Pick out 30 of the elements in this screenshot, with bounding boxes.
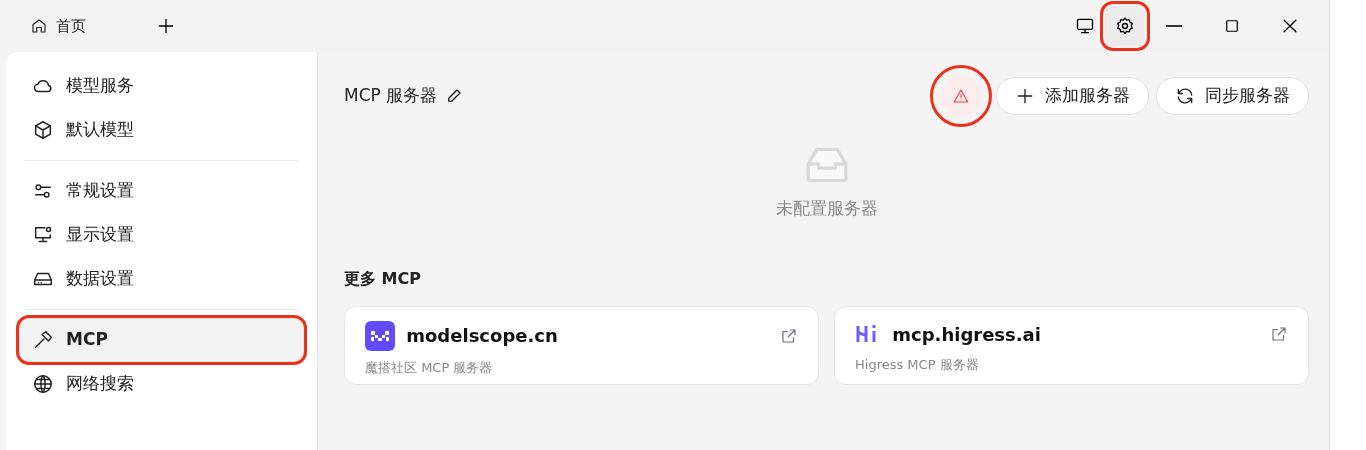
card-title: mcp.higress.ai (892, 322, 1041, 347)
card-description: Higress MCP 服务器 (855, 356, 980, 374)
home-icon (30, 17, 48, 35)
globe-icon (32, 373, 54, 395)
sidebar-item[interactable]: MCP (19, 318, 304, 362)
sidebar-item[interactable]: 网络搜索 (19, 362, 304, 406)
sidebar-item[interactable]: 常规设置 (19, 169, 304, 213)
sync-server-button[interactable]: 同步服务器 (1156, 77, 1309, 115)
sidebar-item[interactable]: 默认模型 (19, 108, 304, 152)
empty-message: 未配置服务器 (775, 197, 878, 220)
card-description: 魔搭社区 MCP 服务器 (365, 359, 494, 377)
external-link-icon (1270, 325, 1288, 344)
add-server-button[interactable]: 添加服务器 (995, 77, 1149, 115)
monitor-icon (1075, 16, 1095, 36)
card-title: modelscope.cn (406, 324, 558, 348)
hammer-icon (32, 329, 54, 351)
sidebar-item[interactable]: 模型服务 (19, 64, 304, 108)
section-title: 更多 MCP (344, 267, 422, 290)
sidebar-item[interactable]: 数据设置 (19, 257, 304, 301)
modelscope-logo-icon (365, 320, 395, 351)
external-link-icon (780, 326, 798, 345)
maximize-icon (1223, 17, 1241, 35)
cube-icon (32, 119, 54, 141)
minimize-icon (1166, 25, 1182, 27)
sync-icon (1175, 86, 1195, 106)
settings-icon (1115, 16, 1135, 36)
sidebar-item[interactable]: 显示设置 (19, 213, 304, 257)
warning-icon (951, 87, 970, 105)
home-tab[interactable]: 首页 (24, 10, 92, 42)
page-title: MCP 服务器 (344, 84, 438, 108)
